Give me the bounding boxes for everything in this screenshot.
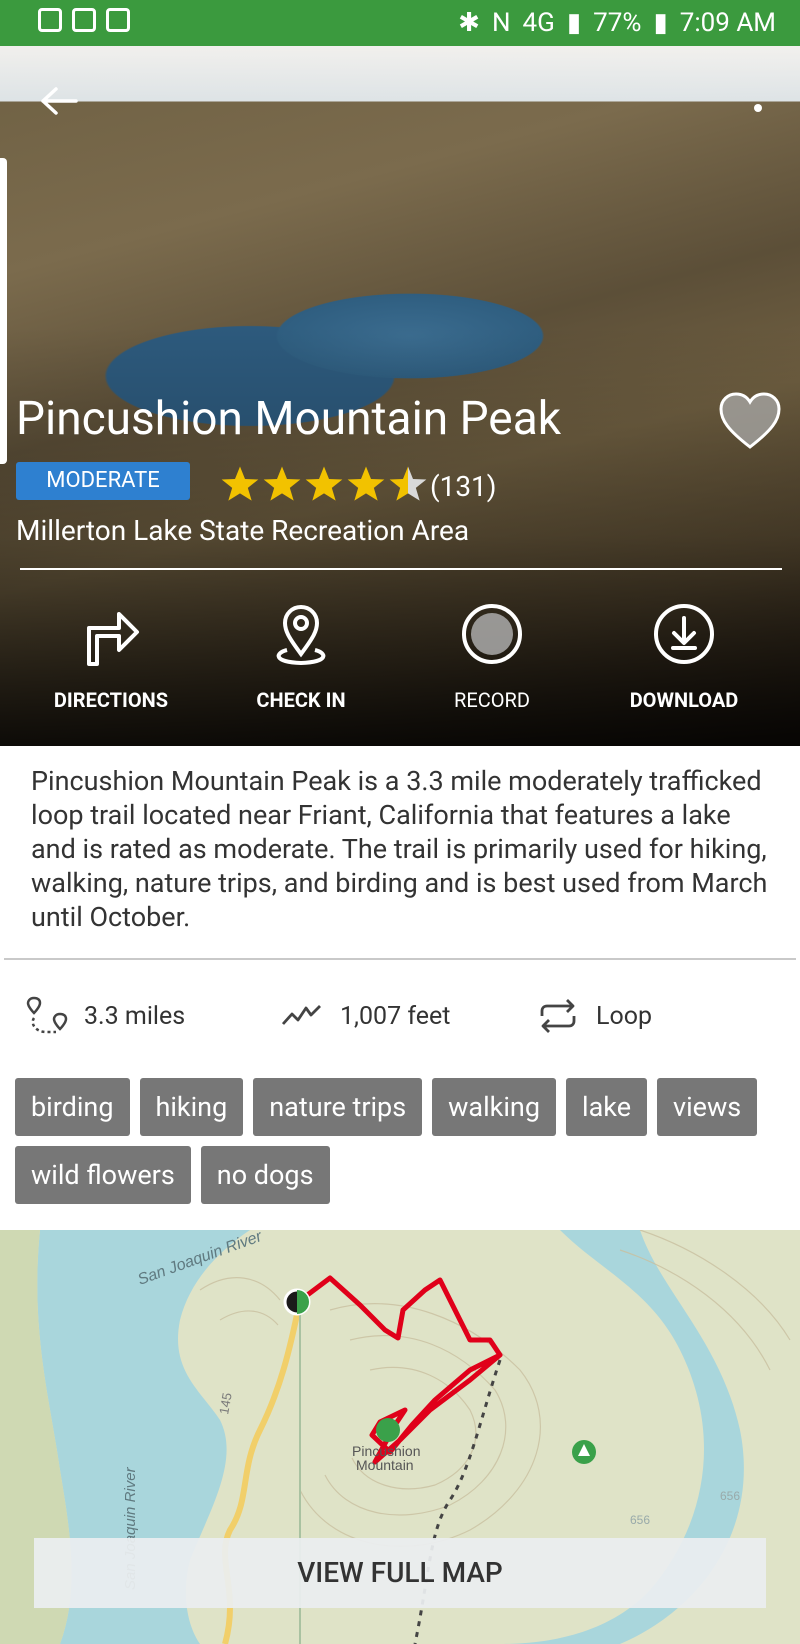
stat-elevation: 1,007 feet	[280, 994, 450, 1038]
tag-lake[interactable]: lake	[566, 1078, 648, 1136]
record-label: RECORD	[454, 688, 530, 712]
system-icons: ✱ N 4G ▮ 77% ▮ 7:09 AM	[458, 8, 776, 38]
tag-walking[interactable]: walking	[432, 1078, 557, 1136]
check-in-button[interactable]: CHECK IN	[206, 598, 396, 712]
battery-percent: 77%	[593, 8, 642, 38]
nfc-icon: N	[491, 8, 511, 38]
hero-divider	[20, 568, 782, 570]
stat-route-type: Loop	[536, 994, 652, 1038]
clock: 7:09 AM	[679, 8, 776, 38]
record-button[interactable]: RECORD	[397, 598, 587, 712]
tag-views[interactable]: views	[657, 1078, 758, 1136]
record-icon	[456, 598, 528, 670]
overflow-menu-icon[interactable]	[754, 104, 762, 112]
review-count[interactable]: (131)	[430, 470, 497, 503]
stat-distance: 3.3 miles	[24, 994, 185, 1038]
map-road-number-3: 656	[720, 1489, 740, 1503]
network-type: 4G	[522, 8, 555, 38]
map-road-number-2: 656	[630, 1513, 650, 1527]
star-icon	[347, 466, 385, 501]
directions-icon	[75, 598, 147, 670]
tag-hiking[interactable]: hiking	[139, 1078, 244, 1136]
half-star-icon	[389, 466, 427, 501]
tag-birding[interactable]: birding	[15, 1078, 130, 1136]
star-icon	[305, 466, 343, 501]
download-icon	[648, 598, 720, 670]
route-type-value: Loop	[596, 1001, 653, 1031]
elevation-value: 1,007 feet	[340, 1001, 451, 1031]
battery-icon: ▮	[653, 8, 668, 38]
distance-icon	[26, 996, 68, 1034]
tag-no-dogs[interactable]: no dogs	[200, 1146, 330, 1204]
section-divider	[4, 958, 796, 960]
status-bar: ✱ N 4G ▮ 77% ▮ 7:09 AM	[0, 0, 800, 46]
heart-icon[interactable]	[718, 392, 782, 450]
view-full-map-button[interactable]: VIEW FULL MAP	[34, 1538, 766, 1608]
mail-icon	[106, 8, 130, 32]
tag-nature-trips[interactable]: nature trips	[253, 1078, 423, 1136]
trail-title: Pincushion Mountain Peak	[16, 392, 562, 446]
check-in-label: CHECK IN	[256, 688, 346, 712]
location-pin-icon	[265, 598, 337, 670]
download-button[interactable]: DOWNLOAD	[589, 598, 779, 712]
distance-value: 3.3 miles	[84, 1001, 186, 1031]
download-label: DOWNLOAD	[629, 688, 739, 712]
shield-icon	[38, 8, 62, 32]
star-icon	[263, 466, 301, 501]
map-label-peak-2: Mountain	[356, 1457, 414, 1473]
notification-icons	[38, 8, 130, 32]
side-drawer-handle[interactable]	[0, 158, 7, 464]
rating-stars[interactable]	[220, 464, 428, 504]
pulse-icon	[72, 8, 96, 32]
difficulty-badge: MODERATE	[16, 462, 190, 500]
directions-button[interactable]: DIRECTIONS	[16, 598, 206, 712]
star-icon	[221, 466, 259, 501]
loop-icon	[540, 999, 576, 1033]
signal-icon: ▮	[566, 8, 582, 38]
trail-tags: birding hiking nature trips walking lake…	[15, 1078, 785, 1204]
directions-label: DIRECTIONS	[53, 688, 169, 712]
trail-description: Pincushion Mountain Peak is a 3.3 mile m…	[31, 765, 768, 933]
park-name[interactable]: Millerton Lake State Recreation Area	[16, 514, 469, 547]
bluetooth-icon: ✱	[458, 8, 480, 38]
tag-wild-flowers[interactable]: wild flowers	[15, 1146, 191, 1204]
back-arrow-icon[interactable]	[38, 86, 78, 116]
elevation-icon	[281, 1005, 321, 1025]
